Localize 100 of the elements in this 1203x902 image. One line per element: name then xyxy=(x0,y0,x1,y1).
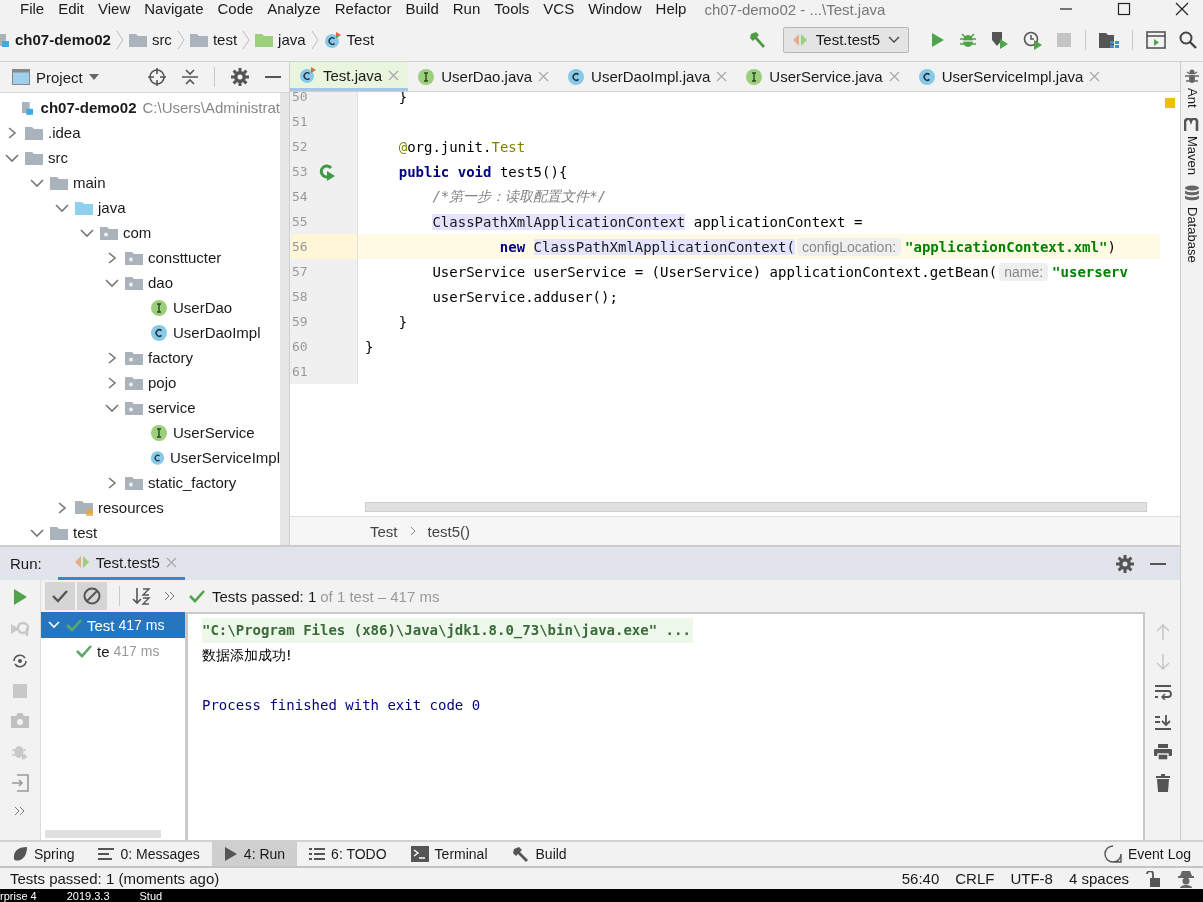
print-icon[interactable] xyxy=(1153,744,1172,760)
panel-title[interactable]: Project xyxy=(36,68,83,86)
horizontal-scrollbar[interactable] xyxy=(45,830,161,838)
tree-item[interactable]: test xyxy=(73,524,98,541)
run-tab[interactable]: Test.test5 xyxy=(57,547,185,580)
tool-window-button[interactable]: 4: Run xyxy=(211,842,298,866)
inspector-icon[interactable] xyxy=(1177,869,1195,888)
toggle-auto-test-icon[interactable] xyxy=(11,652,29,670)
test-tree-item[interactable]: te 417 ms xyxy=(41,638,185,664)
tree-item[interactable]: resources xyxy=(98,499,164,516)
chevron-icon[interactable] xyxy=(78,226,96,239)
run-window-icon[interactable] xyxy=(1146,30,1166,49)
tree-item[interactable]: pojo xyxy=(148,374,177,391)
tree-item[interactable]: factory xyxy=(148,349,193,366)
search-icon[interactable] xyxy=(1179,30,1197,49)
tree-item[interactable]: com xyxy=(123,224,152,241)
test-tree-item[interactable]: Test 417 ms xyxy=(41,612,185,638)
locate-icon[interactable] xyxy=(148,68,166,86)
editor-tab[interactable]: UserServiceImpl.java xyxy=(908,62,1110,91)
breadcrumb-item[interactable]: test5() xyxy=(427,522,471,540)
tree-item[interactable]: UserDaoImpl xyxy=(173,324,261,341)
exit-icon[interactable] xyxy=(11,774,29,792)
tool-window-button[interactable]: Maven xyxy=(1184,117,1200,175)
chevron-icon[interactable] xyxy=(47,620,61,630)
taskbar-item[interactable]: 2019.3.3 xyxy=(66,889,110,902)
chevron-icon[interactable] xyxy=(103,401,121,414)
run-configuration-dropdown[interactable]: Test.test5 xyxy=(782,26,909,53)
menu-item[interactable]: VCS xyxy=(543,1,575,17)
tree-item[interactable]: UserService xyxy=(173,424,255,441)
menu-item[interactable]: Tools xyxy=(494,1,530,17)
menu-item[interactable]: Code xyxy=(217,1,254,17)
more-icon[interactable] xyxy=(14,806,26,816)
menu-item[interactable]: View xyxy=(98,1,131,17)
menu-item[interactable]: Edit xyxy=(58,1,85,17)
breadcrumb-item[interactable]: ch07-demo02 xyxy=(15,31,111,48)
tool-window-button[interactable]: Build xyxy=(499,842,579,866)
filter-toggle[interactable] xyxy=(77,582,107,610)
tool-window-button[interactable]: Ant xyxy=(1184,68,1200,108)
editor-tab[interactable]: UserService.java xyxy=(736,62,909,91)
tool-window-button[interactable]: Spring xyxy=(0,842,87,866)
horizontal-scrollbar[interactable] xyxy=(365,502,1147,512)
project-structure-icon[interactable] xyxy=(1099,30,1119,49)
coverage-icon[interactable] xyxy=(990,29,1010,50)
tool-window-button[interactable]: Database xyxy=(1184,184,1200,263)
breadcrumb-item[interactable]: src xyxy=(151,31,172,48)
hammer-icon[interactable] xyxy=(747,29,768,50)
menu-item[interactable]: Analyze xyxy=(267,1,321,17)
editor-tab[interactable]: Test.java xyxy=(290,62,409,91)
chevron-icon[interactable] xyxy=(103,276,121,289)
hide-icon[interactable] xyxy=(1150,561,1166,566)
caret-icon[interactable] xyxy=(88,74,99,80)
debug-icon[interactable] xyxy=(959,30,977,49)
menu-item[interactable]: File xyxy=(20,1,45,17)
tree-item[interactable]: main xyxy=(73,174,106,191)
menu-item[interactable]: Refactor xyxy=(334,1,392,17)
menu-item[interactable]: Run xyxy=(452,1,481,17)
breadcrumb-item[interactable]: Test xyxy=(370,522,398,540)
indent-setting[interactable]: 4 spaces xyxy=(1068,870,1129,887)
settings-icon[interactable] xyxy=(231,68,249,86)
menu-item[interactable]: Navigate xyxy=(144,1,204,17)
chevron-icon[interactable] xyxy=(3,151,21,164)
caret-position[interactable]: 56:40 xyxy=(901,870,940,887)
tool-window-button[interactable]: 6: TODO xyxy=(297,842,399,866)
scroll-to-end-icon[interactable] xyxy=(1153,714,1172,730)
maximize-icon[interactable] xyxy=(1117,2,1131,16)
tree-item[interactable]: src xyxy=(48,149,68,166)
editor-tab[interactable]: UserDaoImpl.java xyxy=(558,62,737,91)
editor-tab[interactable]: UserDao.java xyxy=(408,62,559,91)
tree-item[interactable]: UserDao xyxy=(173,299,233,316)
more-icon[interactable] xyxy=(164,591,176,601)
breadcrumb-item[interactable]: test xyxy=(212,31,238,48)
trash-icon[interactable] xyxy=(1155,774,1170,792)
chevron-icon[interactable] xyxy=(28,526,46,539)
breadcrumb-item[interactable]: java xyxy=(278,31,306,48)
tool-window-button[interactable]: 0: Messages xyxy=(86,842,212,866)
tree-item[interactable]: java xyxy=(98,199,126,216)
tool-window-button[interactable]: Terminal xyxy=(398,842,500,866)
taskbar-item[interactable]: Stud xyxy=(139,889,163,902)
menu-item[interactable]: Build xyxy=(405,1,439,17)
breadcrumb-item[interactable]: Test xyxy=(346,31,375,48)
tree-item[interactable]: ch07-demo02 xyxy=(40,99,137,116)
line-separator[interactable]: CRLF xyxy=(955,870,995,887)
run-test-icon[interactable] xyxy=(317,162,336,181)
sort-icon[interactable] xyxy=(132,586,152,606)
taskbar-item[interactable]: rprise 4 xyxy=(0,889,37,902)
file-encoding[interactable]: UTF-8 xyxy=(1010,870,1053,887)
settings-icon[interactable] xyxy=(1116,554,1134,573)
hide-icon[interactable] xyxy=(265,75,281,79)
tree-item[interactable]: service xyxy=(148,399,196,416)
menu-item[interactable]: Window xyxy=(588,1,642,17)
tree-item[interactable]: static_factory xyxy=(148,474,237,491)
tree-item[interactable]: dao xyxy=(148,274,174,291)
tree-item[interactable]: UserServiceImpl xyxy=(169,449,280,466)
tree-item[interactable]: .idea xyxy=(48,124,81,141)
lock-icon[interactable] xyxy=(1145,870,1161,887)
soft-wrap-icon[interactable] xyxy=(1153,684,1172,700)
chevron-icon[interactable] xyxy=(28,176,46,189)
collapse-all-icon[interactable] xyxy=(182,68,198,86)
filter-toggle[interactable] xyxy=(45,582,75,610)
rerun-icon[interactable] xyxy=(12,588,28,606)
